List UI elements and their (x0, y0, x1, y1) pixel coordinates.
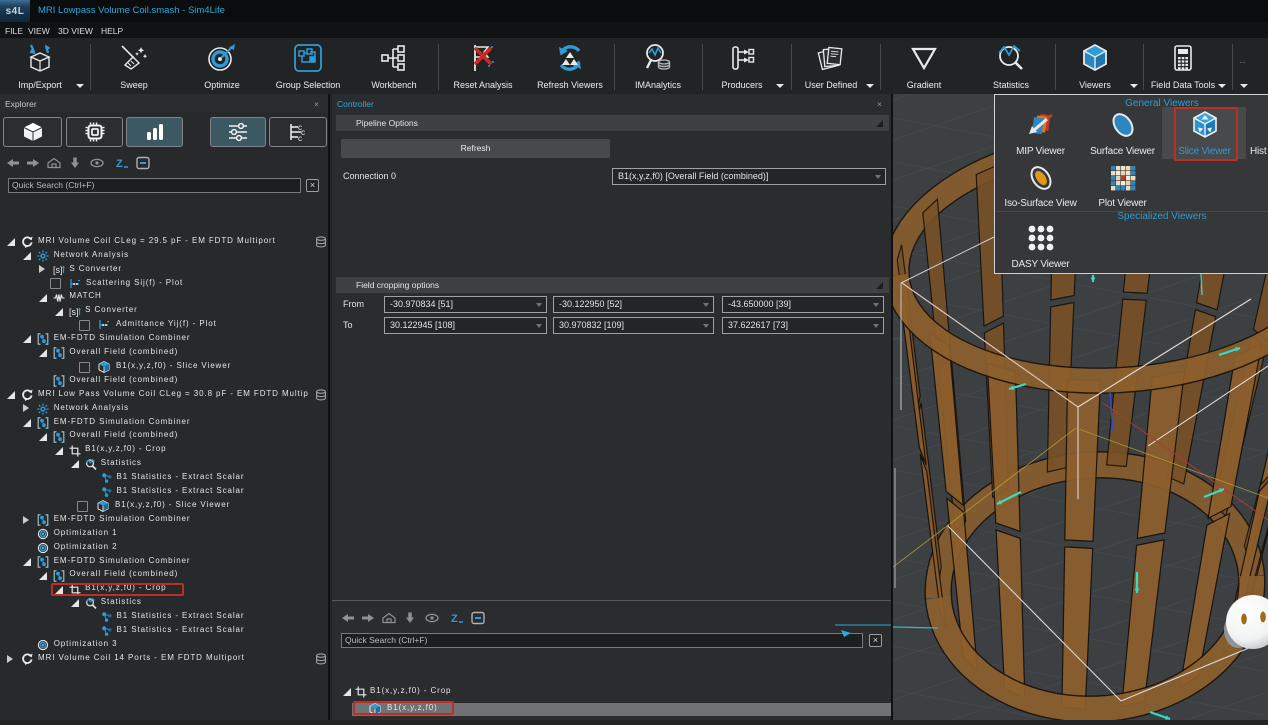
svg-text:Z: Z (451, 613, 458, 625)
svg-text:Z: Z (116, 158, 123, 170)
svg-text:c: c (298, 134, 302, 142)
